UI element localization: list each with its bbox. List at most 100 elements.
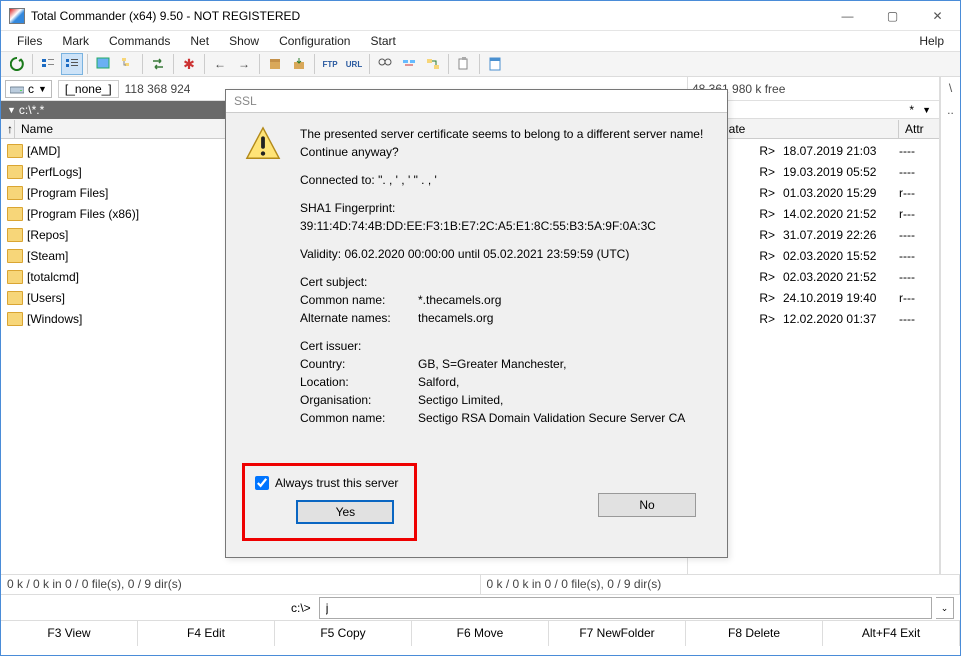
menu-files[interactable]: Files [7,32,52,50]
f6-move[interactable]: F6 Move [412,621,549,646]
f5-copy[interactable]: F5 Copy [275,621,412,646]
issuer-cn-label: Common name: [300,409,418,427]
always-trust-checkbox[interactable] [255,476,269,490]
location-label: Location: [300,373,418,391]
volume-label: [_none_] [58,80,119,98]
fkey-bar: F3 View F4 Edit F5 Copy F6 Move F7 NewFo… [1,620,960,646]
menu-start[interactable]: Start [360,32,405,50]
validity-text: Validity: 06.02.2020 00:00:00 until 05.0… [300,245,711,263]
view-brief-icon[interactable] [37,53,59,75]
folder-icon [7,249,23,263]
sha-label: SHA1 Fingerprint: [300,199,711,217]
sync-icon[interactable] [422,53,444,75]
cn-value: *.thecamels.org [418,291,501,309]
cmd-input[interactable] [319,597,932,619]
minimize-button[interactable]: — [825,1,870,31]
window-title: Total Commander (x64) 9.50 - NOT REGISTE… [31,9,825,23]
nav-up-icon[interactable]: .. [941,99,960,121]
location-value: Salford, [418,373,459,391]
always-trust-label: Always trust this server [275,476,398,490]
drive-letter: c [28,82,34,96]
folder-icon [7,144,23,158]
f4-edit[interactable]: F4 Edit [138,621,275,646]
cmd-prompt: c:\> [291,601,315,615]
cn-label: Common name: [300,291,418,309]
notepad-icon[interactable] [484,53,506,75]
col-date[interactable]: Date [714,120,899,138]
nav-side: \ .. [940,77,960,574]
status-right: 0 k / 0 k in 0 / 0 file(s), 0 / 9 dir(s) [481,575,961,594]
app-icon [9,8,25,24]
thumb-icon[interactable] [92,53,114,75]
folder-icon [7,228,23,242]
maximize-button[interactable]: ▢ [870,1,915,31]
country-value: GB, S=Greater Manchester, [418,355,566,373]
pack-icon[interactable] [264,53,286,75]
free-space: 118 368 924 [125,82,191,96]
cert-subject-label: Cert subject: [300,273,711,291]
tree-icon[interactable] [116,53,138,75]
star-icon[interactable]: * [905,103,918,117]
highlight-box: Always trust this server Yes [242,463,417,541]
ftp-icon[interactable]: FTP [319,53,341,75]
chevron-down-icon[interactable]: ⌄ [936,597,954,619]
f7-newfolder[interactable]: F7 NewFolder [549,621,686,646]
search-icon[interactable] [374,53,396,75]
menu-commands[interactable]: Commands [99,32,180,50]
toolbar: ✱ ← → FTP URL [1,51,960,77]
issuer-cn-value: Sectigo RSA Domain Validation Secure Ser… [418,409,685,427]
current-path: c:\*.* [19,103,44,117]
menu-help[interactable]: Help [909,32,954,50]
altnames-label: Alternate names: [300,309,418,327]
f8-delete[interactable]: F8 Delete [686,621,823,646]
menu-configuration[interactable]: Configuration [269,32,360,50]
folder-icon [7,312,23,326]
org-value: Sectigo Limited, [418,391,503,409]
titlebar: Total Commander (x64) 9.50 - NOT REGISTE… [1,1,960,31]
view-full-icon[interactable] [61,53,83,75]
sha-value: 39:11:4D:74:4B:DD:EE:F3:1B:E7:2C:A5:E1:8… [300,217,711,235]
altf4-exit[interactable]: Alt+F4 Exit [823,621,960,646]
status-row: 0 k / 0 k in 0 / 0 file(s), 0 / 9 dir(s)… [1,574,960,594]
dialog-title: SSL [226,90,727,113]
forward-icon[interactable]: → [233,53,255,75]
multirename-icon[interactable] [398,53,420,75]
command-line: c:\> ⌄ [1,594,960,620]
chevron-down-icon: ▼ [7,105,16,115]
star-icon[interactable]: ✱ [178,53,200,75]
dialog-warning-2: Continue anyway? [300,143,711,161]
menu-net[interactable]: Net [180,32,219,50]
no-button[interactable]: No [598,493,696,517]
url-icon[interactable]: URL [343,53,365,75]
altnames-value: thecamels.org [418,309,493,327]
status-left: 0 k / 0 k in 0 / 0 file(s), 0 / 9 dir(s) [1,575,481,594]
copy-names-icon[interactable] [453,53,475,75]
drive-icon [10,83,24,95]
yes-button[interactable]: Yes [296,500,394,524]
folder-icon [7,186,23,200]
f3-view[interactable]: F3 View [1,621,138,646]
dialog-warning-1: The presented server certificate seems t… [300,125,711,143]
back-icon[interactable]: ← [209,53,231,75]
connected-to-label: Connected to: [300,173,375,187]
col-attr[interactable]: Attr [899,120,939,138]
folder-icon [7,165,23,179]
more-icon[interactable]: ▼ [918,105,935,115]
sort-arrow-icon[interactable]: ↑ [1,120,15,138]
menu-show[interactable]: Show [219,32,269,50]
nav-root-icon[interactable]: \ [941,77,960,99]
close-button[interactable]: ✕ [915,1,960,31]
drive-selector[interactable]: c ▼ [5,80,52,98]
connected-to-value: ". , ' , ' " . , ' [378,173,437,187]
folder-icon [7,291,23,305]
warning-icon [244,125,282,163]
menubar: Files Mark Commands Net Show Configurati… [1,31,960,51]
cert-issuer-label: Cert issuer: [300,337,711,355]
swap-icon[interactable] [147,53,169,75]
folder-icon [7,207,23,221]
folder-icon [7,270,23,284]
country-label: Country: [300,355,418,373]
menu-mark[interactable]: Mark [52,32,99,50]
unpack-icon[interactable] [288,53,310,75]
refresh-icon[interactable] [6,53,28,75]
